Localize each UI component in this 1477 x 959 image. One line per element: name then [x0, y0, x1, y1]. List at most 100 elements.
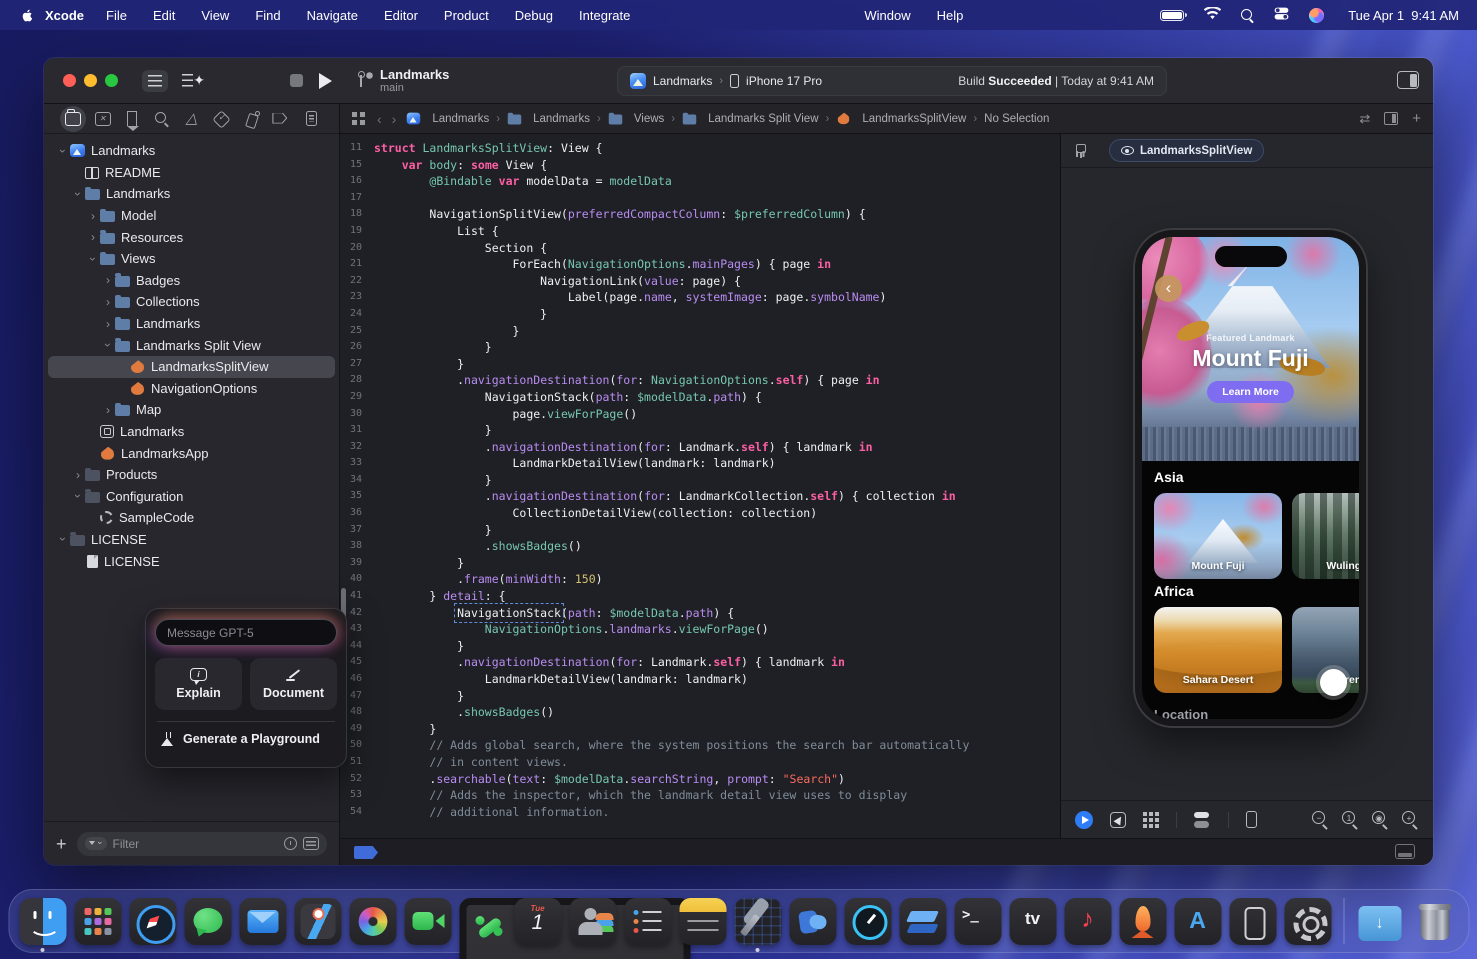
menu-item-find[interactable]: Find — [255, 8, 280, 23]
disclosure-chevron[interactable]: › — [101, 297, 115, 307]
line-number[interactable]: 38 — [340, 538, 374, 555]
navigator-tab-project-navigator-icon[interactable] — [60, 106, 86, 132]
code-line-33[interactable]: 33 LandmarkDetailView(landmark: landmark… — [340, 455, 1060, 472]
navigator-tab-debug-icon[interactable] — [238, 106, 264, 132]
disclosure-chevron[interactable]: › — [86, 211, 100, 221]
tree-item-views[interactable]: ›Views — [48, 248, 335, 270]
dock-item-notes[interactable] — [679, 898, 726, 945]
disclosure-chevron[interactable]: › — [73, 187, 83, 201]
menu-item-edit[interactable]: Edit — [153, 8, 175, 23]
code-line-35[interactable]: 35 .navigationDestination(for: LandmarkC… — [340, 488, 1060, 505]
tree-item-resources[interactable]: ›Resources — [48, 226, 335, 248]
tree-item-landmarks-split-view[interactable]: ›Landmarks Split View — [48, 334, 335, 356]
apple-menu-icon[interactable] — [20, 8, 35, 23]
navigator-tab-find-icon[interactable] — [149, 106, 175, 132]
learn-more-button[interactable]: Learn More — [1207, 381, 1294, 403]
dock-item-settings[interactable] — [1284, 898, 1331, 945]
code-line-54[interactable]: 54 // additional information. — [340, 804, 1060, 821]
add-icon[interactable]: + — [56, 836, 67, 852]
code-line-45[interactable]: 45 .navigationDestination(for: Landmark.… — [340, 654, 1060, 671]
jump-bar-crumb-landmarks-split-view[interactable]: Landmarks Split View — [682, 112, 818, 125]
menu-item-editor[interactable]: Editor — [384, 8, 418, 23]
dock-item-iphone-mirroring[interactable] — [1229, 898, 1276, 945]
jump-bar-crumb-landmarks[interactable]: Landmarks — [406, 112, 489, 125]
line-number[interactable]: 39 — [340, 555, 374, 572]
jump-bar-crumb-no-selection[interactable]: No Selection — [984, 113, 1049, 125]
tree-item-landmarksapp[interactable]: LandmarksApp — [48, 442, 335, 464]
code-line-46[interactable]: 46 LandmarkDetailView(landmark: landmark… — [340, 671, 1060, 688]
zoom-in-icon[interactable]: + — [1402, 811, 1419, 828]
code-line-39[interactable]: 39 } — [340, 555, 1060, 572]
line-number[interactable]: 35 — [340, 488, 374, 505]
line-number[interactable]: 31 — [340, 422, 374, 439]
tree-item-landmarkssplitview[interactable]: LandmarksSplitView — [48, 356, 335, 378]
code-line-52[interactable]: 52 .searchable(text: $modelData.searchSt… — [340, 771, 1060, 788]
dock-item-safari[interactable] — [129, 898, 176, 945]
disclosure-chevron[interactable]: › — [86, 232, 100, 242]
siri-icon[interactable] — [1309, 8, 1324, 23]
line-number[interactable]: 54 — [340, 804, 374, 821]
preview-target-pill[interactable]: LandmarksSplitView — [1109, 139, 1264, 162]
code-line-48[interactable]: 48 .showsBadges() — [340, 704, 1060, 721]
code-line-47[interactable]: 47 } — [340, 688, 1060, 705]
selectable-mode-icon[interactable] — [1110, 812, 1126, 828]
iphone-preview-screen[interactable]: Featured Landmark Mount Fuji Learn More … — [1142, 237, 1359, 719]
dock-item-music[interactable] — [1064, 898, 1111, 945]
control-center-icon[interactable] — [1274, 6, 1289, 24]
line-number[interactable]: 24 — [340, 306, 374, 323]
line-number[interactable]: 33 — [340, 455, 374, 472]
line-number[interactable]: 32 — [340, 439, 374, 456]
navigator-tab-source-control-icon[interactable] — [90, 106, 116, 132]
live-preview-play-icon[interactable] — [1075, 811, 1093, 829]
minimap-icon[interactable] — [1384, 112, 1398, 125]
dock-item-app-store[interactable] — [1174, 898, 1221, 945]
code-line-19[interactable]: 19 List { — [340, 223, 1060, 240]
line-number[interactable]: 18 — [340, 206, 374, 223]
code-line-29[interactable]: 29 NavigationStack(path: $modelData.path… — [340, 389, 1060, 406]
disclosure-chevron[interactable]: › — [58, 144, 68, 158]
menu-item-help[interactable]: Help — [937, 8, 964, 23]
navigator-tab-breakpoints-icon[interactable] — [267, 106, 293, 132]
add-editor-icon[interactable]: + — [1412, 110, 1421, 127]
dock-item-photos[interactable] — [349, 898, 396, 945]
menu-clock[interactable]: Tue Apr 1 9:41 AM — [1348, 8, 1459, 23]
menu-item-xcode[interactable]: Xcode — [45, 8, 84, 23]
disclosure-chevron[interactable]: › — [73, 489, 83, 503]
back-button[interactable]: ‹ — [1155, 275, 1182, 302]
line-number[interactable]: 27 — [340, 356, 374, 373]
code-line-25[interactable]: 25 } — [340, 323, 1060, 340]
dock-item-finder[interactable] — [19, 898, 66, 945]
code-line-21[interactable]: 21 ForEach(NavigationOptions.mainPages) … — [340, 256, 1060, 273]
code-line-15[interactable]: 15 var body: some View { — [340, 157, 1060, 174]
device-icon[interactable] — [1246, 811, 1257, 828]
line-number[interactable]: 37 — [340, 522, 374, 539]
disclosure-chevron[interactable]: › — [101, 405, 115, 415]
filter-funnel-icon[interactable] — [85, 837, 107, 850]
back-icon[interactable]: ‹ — [377, 111, 382, 127]
line-number[interactable]: 30 — [340, 406, 374, 423]
stop-button[interactable] — [290, 74, 303, 87]
dock-item-phone[interactable] — [459, 898, 506, 945]
line-number[interactable]: 53 — [340, 787, 374, 804]
filter-field[interactable]: Filter — [77, 832, 327, 856]
toggle-navigator-icon[interactable] — [142, 70, 168, 92]
search-icon[interactable] — [1241, 9, 1254, 22]
line-number[interactable]: 34 — [340, 472, 374, 489]
run-button[interactable] — [319, 73, 332, 89]
code-line-50[interactable]: 50 // Adds global search, where the syst… — [340, 737, 1060, 754]
code-view[interactable]: 11struct LandmarksSplitView: View {15 va… — [340, 134, 1060, 838]
menu-item-view[interactable]: View — [201, 8, 229, 23]
code-line-51[interactable]: 51 // in content views. — [340, 754, 1060, 771]
tree-item-configuration[interactable]: ›Configuration — [48, 486, 335, 508]
navigator-tab-tests-icon[interactable] — [208, 106, 234, 132]
document-button[interactable]: Document — [250, 658, 337, 710]
tree-item-license[interactable]: ›LICENSE — [48, 529, 335, 551]
coding-assistant-icon[interactable] — [182, 71, 204, 91]
scheme-destination[interactable]: iPhone 17 Pro — [746, 74, 822, 88]
code-line-44[interactable]: 44 } — [340, 638, 1060, 655]
menu-item-integrate[interactable]: Integrate — [579, 8, 630, 23]
code-line-22[interactable]: 22 NavigationLink(value: page) { — [340, 273, 1060, 290]
line-number[interactable]: 52 — [340, 771, 374, 788]
code-line-43[interactable]: 43 NavigationOptions.landmarks.viewForPa… — [340, 621, 1060, 638]
forward-icon[interactable]: › — [392, 111, 397, 127]
